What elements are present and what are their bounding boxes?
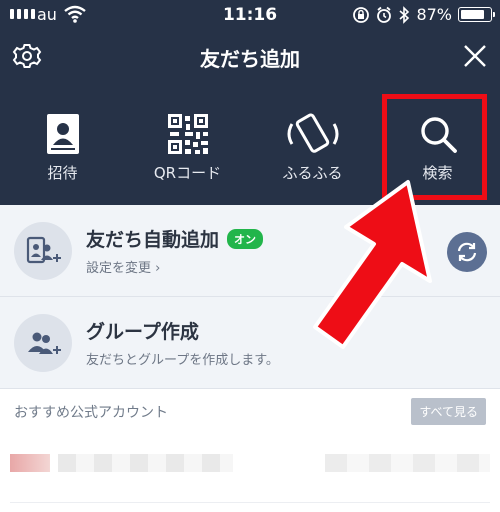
group-subtitle: 友だちとグループを作成します。	[86, 353, 279, 368]
sync-button[interactable]	[447, 232, 487, 272]
header: 友だち追加	[0, 35, 500, 79]
qr-code-icon	[167, 114, 208, 154]
rotation-lock-icon	[353, 6, 370, 23]
blurred-account-name	[58, 454, 233, 472]
page-title: 友だち追加	[200, 47, 300, 71]
blurred-account-name	[325, 454, 490, 472]
shake-phone-icon	[287, 113, 338, 153]
options-list: 友だち自動追加 オン 設定を変更 › グループ作成 友だちとグループを作成します…	[0, 205, 500, 389]
list-item-group[interactable]: グループ作成 友だちとグループを作成します。	[0, 297, 500, 389]
tab-shake[interactable]: ふるふる	[250, 100, 375, 200]
tab-label: QRコード	[153, 164, 222, 182]
section-title: おすすめ公式アカウント	[14, 405, 168, 421]
status-badge: オン	[227, 228, 264, 249]
change-settings-link[interactable]: 設定を変更 ›	[86, 257, 160, 276]
create-group-icon	[14, 314, 72, 372]
tab-qr-code[interactable]: QRコード	[125, 100, 250, 200]
see-all-button[interactable]: すべて見る	[411, 398, 486, 425]
bluetooth-icon	[399, 5, 410, 24]
recommended-accounts: おすすめ公式アカウント すべて見る	[0, 390, 500, 512]
group-title: グループ作成	[86, 321, 199, 343]
battery-icon	[458, 7, 495, 22]
auto-add-title: 友だち自動追加	[86, 229, 220, 251]
close-icon[interactable]	[462, 43, 488, 69]
list-item-auto-add[interactable]: 友だち自動追加 オン 設定を変更 ›	[0, 205, 500, 297]
tab-label: ふるふる	[282, 164, 343, 182]
alarm-icon	[377, 6, 392, 23]
status-bar: au 11:16 87%	[0, 0, 500, 32]
battery-percent: 87%	[416, 5, 452, 24]
blurred-account-thumbnail[interactable]	[10, 454, 50, 472]
tab-invite[interactable]: 招待	[0, 100, 125, 200]
divider	[10, 502, 490, 503]
auto-add-friend-icon	[14, 222, 72, 280]
tab-label: 招待	[47, 164, 78, 182]
address-book-icon	[46, 114, 79, 154]
refresh-icon	[457, 242, 477, 262]
search-tab-highlight	[382, 94, 487, 200]
